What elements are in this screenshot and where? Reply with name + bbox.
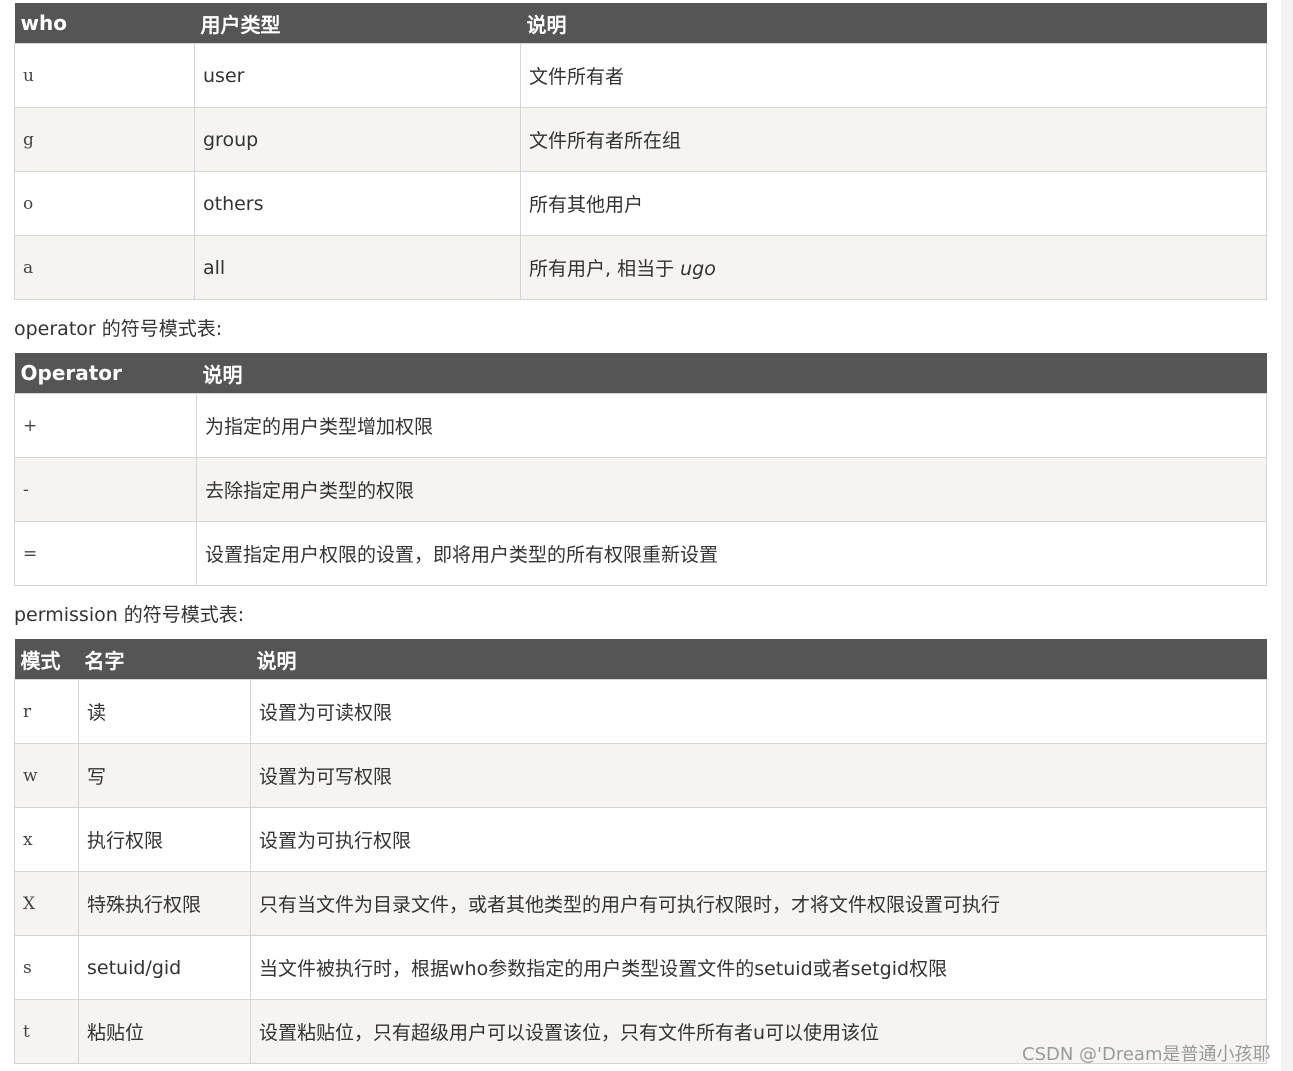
description-cell: 设置为可读权限 <box>250 679 1267 744</box>
table-header-row: Operator 说明 <box>14 353 1267 394</box>
table-header-row: who 用户类型 说明 <box>14 3 1267 44</box>
table-row: x 执行权限 设置为可执行权限 <box>14 807 1267 872</box>
mode-cell: r <box>14 679 79 744</box>
name-cell: setuid/gid <box>78 935 251 1000</box>
column-header: 说明 <box>196 353 1267 394</box>
table-row: = 设置指定用户权限的设置，即将用户类型的所有权限重新设置 <box>14 521 1267 586</box>
description-emphasis: ugo <box>680 258 716 280</box>
operator-symbol-cell: = <box>14 521 197 586</box>
table-row: a all 所有用户, 相当于 ugo <box>14 235 1267 300</box>
description-cell: 只有当文件为目录文件，或者其他类型的用户有可执行权限时，才将文件权限设置可执行 <box>250 871 1267 936</box>
operator-table: Operator 说明 + 为指定的用户类型增加权限 - 去除指定用户类型的权限… <box>14 353 1267 586</box>
description-cell: 所有其他用户 <box>520 171 1267 236</box>
who-code-cell: u <box>14 43 195 108</box>
name-cell: 执行权限 <box>78 807 251 872</box>
name-cell: 写 <box>78 743 251 808</box>
user-type-cell: group <box>194 107 521 172</box>
column-header: 说明 <box>520 3 1267 44</box>
who-code-cell: a <box>14 235 195 300</box>
column-header: 名字 <box>78 639 251 680</box>
description-cell: 设置指定用户权限的设置，即将用户类型的所有权限重新设置 <box>196 521 1267 586</box>
description-cell: 设置为可写权限 <box>250 743 1267 808</box>
user-type-cell: user <box>194 43 521 108</box>
operator-caption: operator 的符号模式表: <box>14 318 223 340</box>
table-row: + 为指定的用户类型增加权限 <box>14 393 1267 458</box>
who-code-cell: g <box>14 107 195 172</box>
table-row: w 写 设置为可写权限 <box>14 743 1267 808</box>
user-type-cell: all <box>194 235 521 300</box>
description-cell: 文件所有者 <box>520 43 1267 108</box>
description-cell: 当文件被执行时，根据who参数指定的用户类型设置文件的setuid或者setgi… <box>250 935 1267 1000</box>
column-header: 用户类型 <box>194 3 521 44</box>
table-row: s setuid/gid 当文件被执行时，根据who参数指定的用户类型设置文件的… <box>14 935 1267 1000</box>
description-cell: 所有用户, 相当于 ugo <box>520 235 1267 300</box>
operator-symbol-cell: - <box>14 457 197 522</box>
column-header: 说明 <box>250 639 1267 680</box>
table-row: r 读 设置为可读权限 <box>14 679 1267 744</box>
permission-table: 模式 名字 说明 r 读 设置为可读权限 w 写 设置为可写权限 x 执行权限 … <box>14 639 1267 1064</box>
scrollbar-track[interactable] <box>1281 0 1293 1071</box>
name-cell: 粘贴位 <box>78 999 251 1064</box>
mode-cell: x <box>14 807 79 872</box>
description-cell: 为指定的用户类型增加权限 <box>196 393 1267 458</box>
mode-cell: t <box>14 999 79 1064</box>
table-row: - 去除指定用户类型的权限 <box>14 457 1267 522</box>
name-cell: 特殊执行权限 <box>78 871 251 936</box>
table-row: u user 文件所有者 <box>14 43 1267 108</box>
csdn-watermark: CSDN @'Dream是普通小孩耶 <box>1022 1044 1271 1065</box>
column-header: 模式 <box>14 639 79 680</box>
table-row: X 特殊执行权限 只有当文件为目录文件，或者其他类型的用户有可执行权限时，才将文… <box>14 871 1267 936</box>
table-row: g group 文件所有者所在组 <box>14 107 1267 172</box>
mode-cell: X <box>14 871 79 936</box>
operator-symbol-cell: + <box>14 393 197 458</box>
who-code-cell: o <box>14 171 195 236</box>
user-type-cell: others <box>194 171 521 236</box>
description-cell: 去除指定用户类型的权限 <box>196 457 1267 522</box>
column-header: Operator <box>14 353 197 394</box>
name-cell: 读 <box>78 679 251 744</box>
description-cell: 设置为可执行权限 <box>250 807 1267 872</box>
table-row: o others 所有其他用户 <box>14 171 1267 236</box>
column-header: who <box>14 3 195 44</box>
description-text: 所有用户, 相当于 <box>529 258 681 280</box>
mode-cell: s <box>14 935 79 1000</box>
who-table: who 用户类型 说明 u user 文件所有者 g group 文件所有者所在… <box>14 3 1267 300</box>
mode-cell: w <box>14 743 79 808</box>
table-header-row: 模式 名字 说明 <box>14 639 1267 680</box>
description-cell: 文件所有者所在组 <box>520 107 1267 172</box>
permission-caption: permission 的符号模式表: <box>14 604 245 626</box>
